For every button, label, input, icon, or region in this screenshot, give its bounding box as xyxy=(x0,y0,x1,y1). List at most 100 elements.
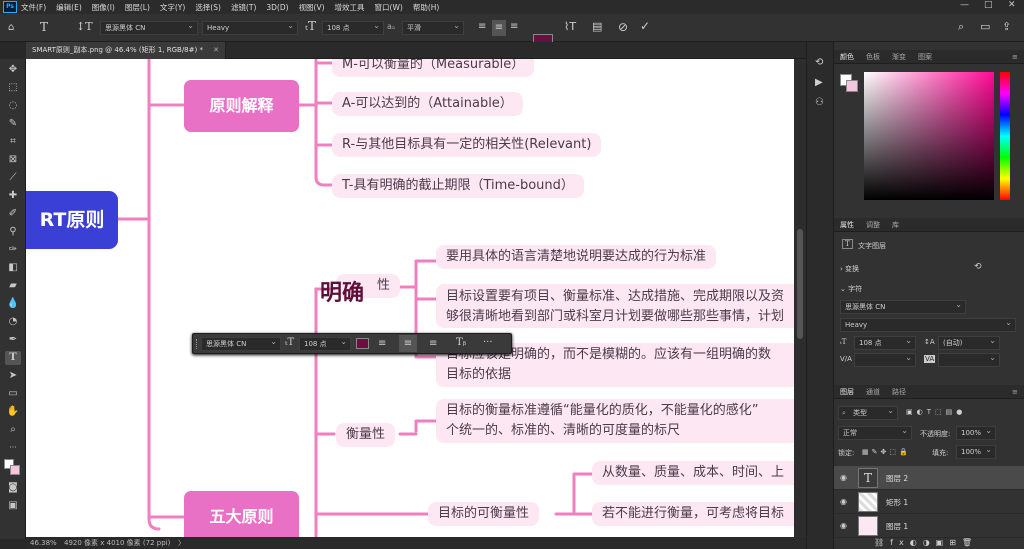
hand-tool-icon[interactable]: ✋ xyxy=(5,405,21,419)
move-tool-icon[interactable]: ✥ xyxy=(5,63,21,77)
layer-row[interactable]: ◉ 矩形 1 xyxy=(834,490,1024,514)
home-icon[interactable]: ⌂ xyxy=(8,23,14,33)
menu-filter[interactable]: 滤镜(T) xyxy=(231,2,256,13)
float-align-right-icon[interactable]: ≡ xyxy=(429,339,437,349)
tab-channels[interactable]: 通道 xyxy=(866,385,880,399)
document-canvas[interactable]: RT原则 原则解释 五大原则 M-可以衡量的（Measurable） A-可以达… xyxy=(26,59,794,537)
prop-size-select[interactable]: 108 点 xyxy=(854,335,916,350)
frame-tool-icon[interactable]: ⊠ xyxy=(5,153,21,167)
path-select-tool-icon[interactable]: ➤ xyxy=(5,369,21,383)
close-window-button[interactable]: ✕ xyxy=(1008,0,1016,10)
align-left-icon[interactable]: ≡ xyxy=(478,22,486,32)
float-color-swatch[interactable] xyxy=(356,338,369,349)
float-text-options-icon[interactable]: Tᵦ xyxy=(456,338,466,348)
marquee-tool-icon[interactable]: ⬚ xyxy=(5,81,21,95)
layer-row[interactable]: ◉ T 图层 2 xyxy=(834,466,1024,490)
status-arrow-icon[interactable]: 〉 xyxy=(178,537,185,549)
menu-edit[interactable]: 编辑(E) xyxy=(56,2,82,13)
float-font-select[interactable]: 思源黑体 CN xyxy=(201,336,281,351)
menu-select[interactable]: 选择(S) xyxy=(195,2,221,13)
float-size-select[interactable]: 108 点 xyxy=(299,336,351,351)
stamp-tool-icon[interactable]: ⚲ xyxy=(5,225,21,239)
font-size-select[interactable]: 108 点 xyxy=(322,20,384,35)
history-panel-icon[interactable]: ⟲ xyxy=(815,58,823,68)
vertical-scrollbar[interactable] xyxy=(794,59,806,537)
menu-file[interactable]: 文件(F) xyxy=(21,2,46,13)
brush-tool-icon[interactable]: ✐ xyxy=(5,207,21,221)
actions-panel-icon[interactable]: ▶ xyxy=(815,78,823,88)
antialias-select[interactable]: 平滑 xyxy=(402,20,464,35)
cancel-edit-icon[interactable]: ⊘ xyxy=(618,21,628,33)
rectangle-tool-icon[interactable]: ▭ xyxy=(5,387,21,401)
quick-select-tool-icon[interactable]: ✎ xyxy=(5,117,21,131)
layers-panel-menu-icon[interactable]: ≡ xyxy=(1012,385,1018,399)
opacity-input[interactable]: 100% xyxy=(956,425,996,440)
align-right-icon[interactable]: ≡ xyxy=(510,22,518,32)
background-color-swatch[interactable] xyxy=(10,465,20,475)
visibility-eye-icon[interactable]: ◉ xyxy=(840,473,847,482)
visibility-eye-icon[interactable]: ◉ xyxy=(840,497,847,506)
healing-tool-icon[interactable]: ✚ xyxy=(5,189,21,203)
close-tab-icon[interactable]: ✕ xyxy=(213,42,219,59)
color-field[interactable] xyxy=(864,72,994,200)
menu-plugins[interactable]: 增效工具 xyxy=(335,2,365,13)
warp-text-icon[interactable]: ⌇T xyxy=(564,21,576,32)
tab-properties[interactable]: 属性 xyxy=(840,218,854,232)
lasso-tool-icon[interactable]: ◌ xyxy=(5,99,21,113)
blur-tool-icon[interactable]: 💧 xyxy=(5,297,21,311)
menu-help[interactable]: 帮助(H) xyxy=(413,2,440,13)
tab-libraries[interactable]: 库 xyxy=(892,218,899,232)
tab-adjustments[interactable]: 调整 xyxy=(866,218,880,232)
scrollbar-thumb[interactable] xyxy=(797,229,803,339)
character-section[interactable]: ⌄ 字符 xyxy=(840,284,862,294)
tab-paths[interactable]: 路径 xyxy=(892,385,906,399)
screen-mode-icon[interactable]: ▣ xyxy=(5,499,21,513)
quick-mask-icon[interactable]: ◙ xyxy=(5,481,21,495)
float-align-left-icon[interactable]: ≡ xyxy=(378,339,386,349)
align-center-icon[interactable]: ≡ xyxy=(492,20,506,36)
float-more-icon[interactable]: ··· xyxy=(483,338,493,348)
tab-swatches[interactable]: 色板 xyxy=(866,50,880,64)
zoom-level[interactable]: 46.38% xyxy=(30,537,57,549)
tab-color[interactable]: 颜色 xyxy=(840,50,854,64)
menu-window[interactable]: 窗口(W) xyxy=(375,2,403,13)
drag-handle-icon[interactable] xyxy=(196,339,199,349)
tracking-select[interactable] xyxy=(938,352,1000,367)
prop-font-family-select[interactable]: 思源黑体 CN xyxy=(840,299,966,314)
panel-background-swatch[interactable] xyxy=(846,80,858,92)
leading-select[interactable]: (自动) xyxy=(938,335,1000,350)
eraser-tool-icon[interactable]: ◧ xyxy=(5,261,21,275)
layer-row[interactable]: ◉ 图层 1 xyxy=(834,514,1024,538)
font-family-select[interactable]: 思源黑体 CN xyxy=(100,20,198,35)
search-icon[interactable]: ⌕ xyxy=(958,21,964,32)
tab-layers[interactable]: 图层 xyxy=(840,385,854,399)
eyedropper-tool-icon[interactable]: ⟋ xyxy=(5,171,21,185)
toggle-orientation-icon[interactable]: ↕T xyxy=(76,21,93,32)
dodge-tool-icon[interactable]: ◔ xyxy=(5,315,21,329)
history-brush-tool-icon[interactable]: ✑ xyxy=(5,243,21,257)
layers-footer-icons[interactable]: ⛓fx◐◑▣⊞🗑 xyxy=(874,538,978,547)
document-tab[interactable]: SMART原则_副本.png @ 46.4% (矩形 1, RGB/8#) * … xyxy=(26,42,226,59)
layer-filter-icons[interactable]: ▣◐T⬚▤● xyxy=(906,408,966,416)
float-align-center-icon[interactable]: ≡ xyxy=(399,335,417,352)
crop-tool-icon[interactable]: ⌗ xyxy=(5,135,21,149)
type-tool-icon[interactable]: T xyxy=(40,21,48,33)
minimize-button[interactable]: — xyxy=(960,0,969,10)
character-panel-icon[interactable]: ▤ xyxy=(592,21,602,32)
gradient-tool-icon[interactable]: ▰ xyxy=(5,279,21,293)
prop-font-style-select[interactable]: Heavy xyxy=(840,317,1016,332)
maximize-button[interactable]: □ xyxy=(984,0,993,10)
menu-view[interactable]: 视图(V) xyxy=(299,2,325,13)
commit-edit-icon[interactable]: ✓ xyxy=(640,20,650,32)
tab-patterns[interactable]: 图案 xyxy=(918,50,932,64)
menu-type[interactable]: 文字(Y) xyxy=(160,2,185,13)
learn-panel-icon[interactable]: ⚇ xyxy=(815,98,824,108)
hue-slider[interactable] xyxy=(1000,72,1010,200)
zoom-tool-icon[interactable]: ⌕ xyxy=(5,423,21,437)
visibility-eye-icon[interactable]: ◉ xyxy=(840,521,847,530)
kerning-select[interactable] xyxy=(854,352,916,367)
menu-layer[interactable]: 图层(L) xyxy=(125,2,150,13)
fill-input[interactable]: 100% xyxy=(956,444,996,459)
menu-image[interactable]: 图像(I) xyxy=(92,2,115,13)
font-style-select[interactable]: Heavy xyxy=(202,20,298,35)
